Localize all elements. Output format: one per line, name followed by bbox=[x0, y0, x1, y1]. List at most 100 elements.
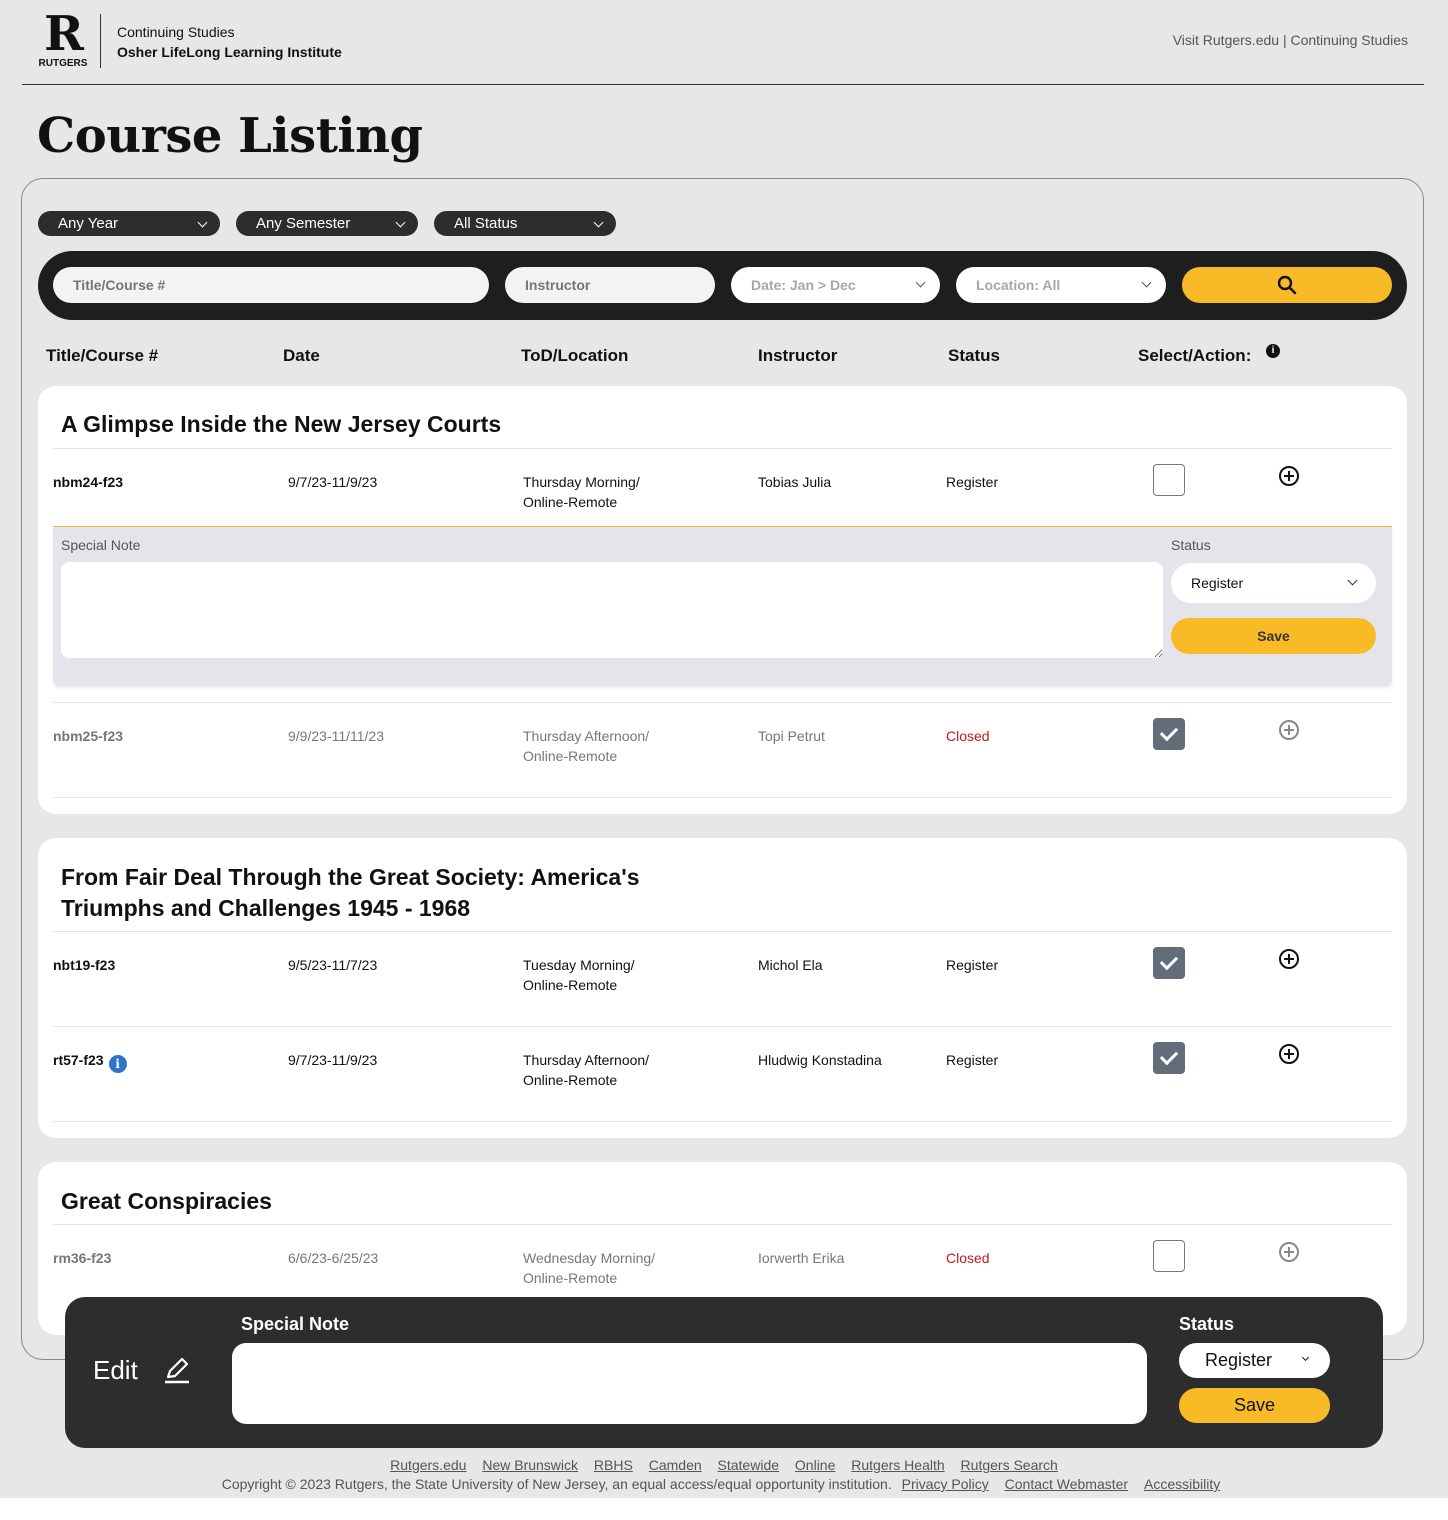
select-checkbox[interactable] bbox=[1153, 947, 1185, 979]
footer-link[interactable]: Rutgers Health bbox=[851, 1457, 944, 1473]
year-filter[interactable]: Any Year bbox=[38, 211, 220, 236]
divider bbox=[53, 797, 1392, 798]
course-tod: Thursday Afternoon/Online-Remote bbox=[523, 1052, 650, 1088]
accessibility-link[interactable]: Accessibility bbox=[1144, 1476, 1220, 1492]
course-date: 9/5/23-11/7/23 bbox=[288, 957, 378, 973]
select-checkbox[interactable] bbox=[1153, 464, 1185, 496]
col-title: Title/Course # bbox=[46, 346, 159, 365]
course-instructor: Tobias Julia bbox=[758, 474, 832, 490]
search-bar: Date: Jan > Dec Location: All bbox=[38, 251, 1407, 320]
col-tod: ToD/Location bbox=[521, 346, 629, 365]
status-label: Status bbox=[1179, 1314, 1235, 1334]
col-date: Date bbox=[283, 346, 320, 365]
course-code[interactable]: nbt19-f23 bbox=[53, 955, 115, 975]
footer-link[interactable]: New Brunswick bbox=[482, 1457, 578, 1473]
status-filter-label: All Status bbox=[454, 215, 518, 232]
course-title: From Fair Deal Through the Great Society… bbox=[61, 864, 640, 921]
page-bottom bbox=[0, 1498, 1448, 1520]
course-tod: Tuesday Morning/Online-Remote bbox=[523, 957, 635, 993]
table-row: nbt19-f23 9/5/23-11/7/23 Tuesday Morning… bbox=[38, 947, 1407, 1015]
top-links[interactable]: Visit Rutgers.edu | Continuing Studies bbox=[1173, 32, 1408, 48]
info-icon[interactable]: i bbox=[1266, 344, 1280, 358]
location-select[interactable]: Location: All bbox=[956, 267, 1166, 303]
logo-word: RUTGERS bbox=[38, 58, 88, 69]
chevron-down-icon bbox=[395, 217, 406, 228]
footer-link[interactable]: Camden bbox=[649, 1457, 702, 1473]
title-search-input[interactable] bbox=[53, 267, 489, 303]
plus-circle-icon[interactable] bbox=[1279, 1242, 1299, 1262]
course-card: A Glimpse Inside the New Jersey Courts n… bbox=[38, 386, 1407, 814]
course-status: Register bbox=[946, 957, 999, 973]
chevron-down-icon bbox=[1301, 1353, 1310, 1362]
course-date: 9/7/23-11/9/23 bbox=[288, 474, 378, 490]
plus-circle-icon[interactable] bbox=[1279, 949, 1299, 969]
plus-circle-icon[interactable] bbox=[1279, 466, 1299, 486]
select-checkbox[interactable] bbox=[1153, 1240, 1185, 1272]
org-line1: Continuing Studies bbox=[117, 24, 235, 40]
rutgers-logo[interactable]: R RUTGERS bbox=[38, 6, 88, 69]
org-name: Continuing Studies Osher LifeLong Learni… bbox=[117, 22, 342, 62]
logo-divider bbox=[100, 14, 101, 68]
special-note-textarea[interactable] bbox=[232, 1343, 1147, 1424]
special-note-panel: Special Note Status Register Save bbox=[53, 526, 1392, 686]
course-code[interactable]: rt57-f23 i bbox=[53, 1050, 127, 1073]
col-select-action: Select/Action: bbox=[1138, 346, 1252, 365]
chevron-down-icon bbox=[1347, 575, 1358, 586]
course-code[interactable]: nbm24-f23 bbox=[53, 472, 123, 492]
special-note-textarea[interactable] bbox=[61, 562, 1163, 658]
course-instructor: Michol Ela bbox=[758, 957, 823, 973]
course-code[interactable]: nbm25-f23 bbox=[53, 726, 123, 746]
save-button[interactable]: Save bbox=[1179, 1388, 1330, 1423]
footer: Rutgers.edu New Brunswick RBHS Camden St… bbox=[0, 1456, 1448, 1494]
divider bbox=[53, 1121, 1392, 1122]
divider bbox=[53, 702, 1392, 703]
org-line2: Osher LifeLong Learning Institute bbox=[117, 44, 342, 60]
footer-link[interactable]: Rutgers.edu bbox=[390, 1457, 466, 1473]
edit-dock: Edit Special Note Status Register Save bbox=[65, 1297, 1383, 1448]
divider bbox=[53, 1224, 1392, 1225]
course-instructor: Iorwerth Erika bbox=[758, 1250, 845, 1266]
special-note-label: Special Note bbox=[61, 537, 141, 553]
course-status: Register bbox=[946, 474, 999, 490]
course-status: Closed bbox=[946, 1250, 990, 1266]
status-filter[interactable]: All Status bbox=[434, 211, 616, 236]
privacy-link[interactable]: Privacy Policy bbox=[902, 1476, 989, 1492]
table-row: nbm24-f23 9/7/23-11/9/23 Thursday Mornin… bbox=[38, 464, 1407, 532]
table-row: rt57-f23 i 9/7/23-11/9/23 Thursday Aftern… bbox=[38, 1042, 1407, 1110]
status-label: Status bbox=[1171, 537, 1211, 553]
course-tod: Wednesday Morning/Online-Remote bbox=[523, 1250, 656, 1286]
chevron-down-icon bbox=[915, 277, 926, 288]
date-range-select[interactable]: Date: Jan > Dec bbox=[731, 267, 940, 303]
special-note-label: Special Note bbox=[241, 1314, 350, 1334]
course-date: 9/9/23-11/11/23 bbox=[288, 728, 385, 744]
col-instructor: Instructor bbox=[758, 346, 838, 365]
pencil-icon[interactable] bbox=[163, 1355, 191, 1385]
footer-link[interactable]: Rutgers Search bbox=[961, 1457, 1058, 1473]
location-label: Location: All bbox=[976, 277, 1061, 293]
logo-letter: R bbox=[44, 6, 84, 62]
edit-label: Edit bbox=[93, 1355, 138, 1385]
footer-copyright-line: Copyright © 2023 Rutgers, the State Univ… bbox=[0, 1475, 1448, 1494]
course-instructor: Hludwig Konstadina bbox=[758, 1052, 882, 1068]
select-checkbox[interactable] bbox=[1153, 718, 1185, 750]
footer-link[interactable]: Statewide bbox=[718, 1457, 779, 1473]
status-select[interactable]: Register bbox=[1179, 1343, 1330, 1378]
status-select-value: Register bbox=[1191, 575, 1244, 591]
course-code[interactable]: rm36-f23 bbox=[53, 1248, 111, 1268]
plus-circle-icon[interactable] bbox=[1279, 720, 1299, 740]
plus-circle-icon[interactable] bbox=[1279, 1044, 1299, 1064]
select-checkbox[interactable] bbox=[1153, 1042, 1185, 1074]
search-button[interactable] bbox=[1182, 267, 1392, 303]
footer-link[interactable]: Online bbox=[795, 1457, 835, 1473]
footer-link[interactable]: RBHS bbox=[594, 1457, 633, 1473]
contact-link[interactable]: Contact Webmaster bbox=[1005, 1476, 1128, 1492]
save-button[interactable]: Save bbox=[1171, 618, 1376, 654]
info-icon[interactable]: i bbox=[108, 1055, 127, 1073]
instructor-search-input[interactable] bbox=[505, 267, 715, 303]
footer-links: Rutgers.edu New Brunswick RBHS Camden St… bbox=[0, 1456, 1448, 1475]
semester-filter[interactable]: Any Semester bbox=[236, 211, 418, 236]
status-select[interactable]: Register bbox=[1171, 563, 1376, 603]
course-date: 6/6/23-6/25/23 bbox=[288, 1250, 379, 1266]
col-status: Status bbox=[948, 346, 1000, 365]
chevron-down-icon bbox=[197, 217, 208, 228]
